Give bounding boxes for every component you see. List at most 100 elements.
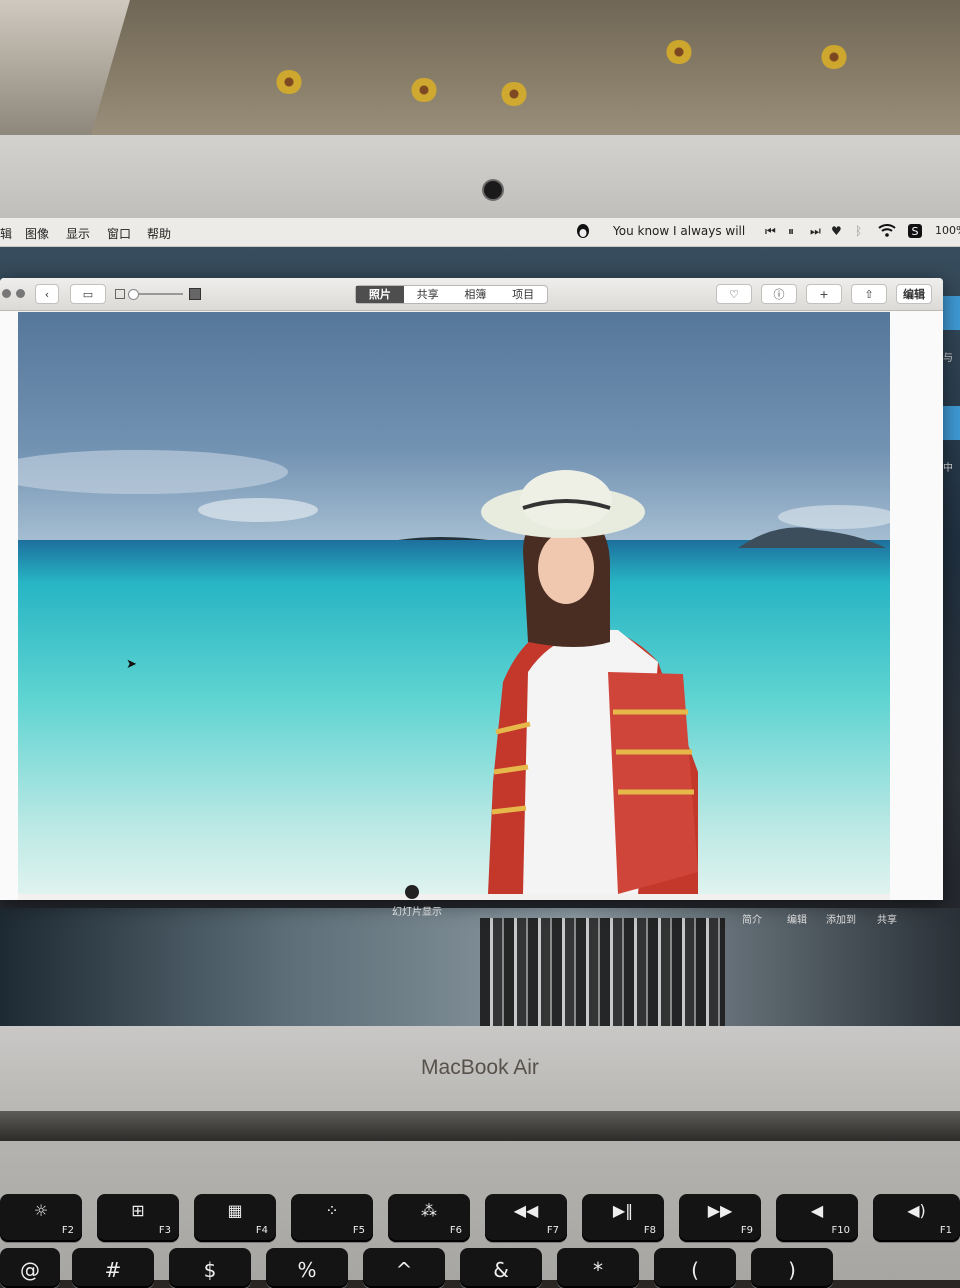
menu-bar: 辑 图像 显示 窗口 帮助 You know I always will ⏮ ⏸… xyxy=(0,218,960,247)
now-playing-text[interactable]: You know I always will xyxy=(613,224,745,238)
wallpaper-flower xyxy=(665,40,693,64)
pause-icon[interactable]: ⏸ xyxy=(788,224,794,239)
side-panel-tab xyxy=(940,296,960,330)
launchpad-icon: ▦ xyxy=(227,1201,243,1220)
key-label: F3 xyxy=(158,1225,171,1236)
photo-margin-right xyxy=(890,311,943,900)
key-symbol: ( xyxy=(691,1258,699,1282)
info-button[interactable]: ⓘ xyxy=(761,284,797,304)
small-thumbnail-icon xyxy=(115,289,125,299)
volume-down-icon: ◀) xyxy=(907,1201,926,1220)
share-button[interactable]: ⇧ xyxy=(851,284,887,304)
s-app-icon[interactable]: S xyxy=(907,223,923,242)
svg-text:S: S xyxy=(912,225,919,238)
key-label: F5 xyxy=(352,1225,365,1236)
tab-projects[interactable]: 项目 xyxy=(499,286,547,303)
key-label: F8 xyxy=(643,1225,656,1236)
key-symbol: & xyxy=(493,1258,509,1282)
key-4[interactable]: $ xyxy=(169,1248,251,1288)
key-symbol: * xyxy=(593,1258,603,1282)
webcam xyxy=(484,181,502,199)
key-f3[interactable]: ⊞ F3 xyxy=(97,1194,179,1242)
battery-text[interactable]: 100% xyxy=(935,224,960,237)
key-label: F10 xyxy=(831,1225,850,1236)
laptop-brand: MacBook Air xyxy=(421,1056,539,1079)
key-f5[interactable]: ⁘ F5 xyxy=(291,1194,373,1242)
menu-window[interactable]: 窗口 xyxy=(107,225,131,242)
heart-outline-icon: ♡ xyxy=(729,288,739,301)
share-label[interactable]: 共享 xyxy=(877,911,897,926)
previous-track-icon[interactable]: ⏮ xyxy=(765,224,776,239)
photos-toolbar: ‹ ▭ 照片 共享 相簿 项目 ♡ ⓘ + ⇧ 编辑 xyxy=(0,278,943,311)
key-label: F6 xyxy=(449,1225,462,1236)
fast-forward-icon: ▶▶ xyxy=(707,1201,733,1220)
key-f4[interactable]: ▦ F4 xyxy=(194,1194,276,1242)
large-thumbnail-icon xyxy=(189,288,201,300)
mute-icon: ◀ xyxy=(810,1201,824,1220)
info-icon: ⓘ xyxy=(773,288,785,301)
key-9[interactable]: ( xyxy=(654,1248,736,1288)
photo-skirt-overflow xyxy=(480,918,725,1026)
heart-icon[interactable]: ♥ xyxy=(831,224,842,238)
zoom-slider-knob[interactable] xyxy=(128,289,139,300)
menu-view[interactable]: 显示 xyxy=(66,225,90,242)
edit-button[interactable]: 编辑 xyxy=(896,284,932,304)
rewind-icon: ◀◀ xyxy=(513,1201,539,1220)
photos-window: ‹ ▭ 照片 共享 相簿 项目 ♡ ⓘ + ⇧ 编辑 ➤ xyxy=(0,278,943,900)
wallpaper-flower xyxy=(500,82,528,106)
keyboard-light-down-icon: ⁘ xyxy=(325,1201,339,1220)
wifi-icon[interactable] xyxy=(878,223,896,240)
beach-photo[interactable]: ➤ xyxy=(18,312,890,894)
key-label: F2 xyxy=(61,1225,74,1236)
key-f9[interactable]: ▶▶ F9 xyxy=(679,1194,761,1242)
laptop-keyboard-deck: MacBook Air ☼ F2 ⊞ F3 ▦ F4 ⁘ F5 ⁂ F6 ◀◀ … xyxy=(0,1026,960,1288)
mission-control-icon: ⊞ xyxy=(131,1201,145,1220)
menu-help[interactable]: 帮助 xyxy=(147,225,171,242)
edit-label[interactable]: 编辑 xyxy=(787,911,807,926)
key-label: F4 xyxy=(255,1225,268,1236)
key-symbol: @ xyxy=(20,1258,40,1282)
slideshow-label[interactable]: 幻灯片显示 xyxy=(392,903,442,918)
slideshow-icon[interactable] xyxy=(405,885,419,899)
key-label: F9 xyxy=(740,1225,753,1236)
menu-image[interactable]: 图像 xyxy=(25,225,49,242)
key-f11[interactable]: ◀) F1 xyxy=(873,1194,960,1242)
key-symbol: % xyxy=(297,1258,317,1282)
key-f7[interactable]: ◀◀ F7 xyxy=(485,1194,567,1242)
tab-photos[interactable]: 照片 xyxy=(356,286,404,303)
next-track-icon[interactable]: ⏭ xyxy=(810,224,821,239)
key-symbol: # xyxy=(104,1258,122,1282)
key-0[interactable]: ) xyxy=(751,1248,833,1288)
bluetooth-icon[interactable]: ᛒ xyxy=(855,224,862,238)
favorite-button[interactable]: ♡ xyxy=(716,284,752,304)
back-button[interactable]: ‹ xyxy=(35,284,59,304)
add-button[interactable]: + xyxy=(806,284,842,304)
key-f8[interactable]: ▶‖ F8 xyxy=(582,1194,664,1242)
sidebar-toggle-button[interactable]: ▭ xyxy=(70,284,106,304)
key-f2[interactable]: ☼ F2 xyxy=(0,1194,82,1242)
add-to-label[interactable]: 添加到 xyxy=(826,911,856,926)
chevron-left-icon: ‹ xyxy=(44,288,50,301)
wallpaper-flower xyxy=(275,70,303,94)
mouse-cursor-icon: ➤ xyxy=(126,657,137,672)
key-7[interactable]: & xyxy=(460,1248,542,1288)
key-5[interactable]: % xyxy=(266,1248,348,1288)
tab-shared[interactable]: 共享 xyxy=(404,286,452,303)
qq-penguin-icon[interactable] xyxy=(576,223,590,242)
key-2[interactable]: @ xyxy=(0,1248,60,1288)
info-label[interactable]: 简介 xyxy=(742,911,762,926)
key-3[interactable]: # xyxy=(72,1248,154,1288)
screen: 辑 图像 显示 窗口 帮助 You know I always will ⏮ ⏸… xyxy=(0,218,960,1026)
wallpaper-flower xyxy=(820,45,848,69)
key-8[interactable]: * xyxy=(557,1248,639,1288)
share-icon: ⇧ xyxy=(864,288,874,301)
menu-edit[interactable]: 辑 xyxy=(0,225,12,242)
key-f10[interactable]: ◀ F10 xyxy=(776,1194,858,1242)
key-6[interactable]: ^ xyxy=(363,1248,445,1288)
key-f6[interactable]: ⁂ F6 xyxy=(388,1194,470,1242)
side-panel-tab xyxy=(940,406,960,440)
zoom-slider[interactable] xyxy=(128,289,183,300)
window-button[interactable] xyxy=(2,289,11,298)
tab-albums[interactable]: 相簿 xyxy=(452,286,500,303)
window-button[interactable] xyxy=(16,289,25,298)
